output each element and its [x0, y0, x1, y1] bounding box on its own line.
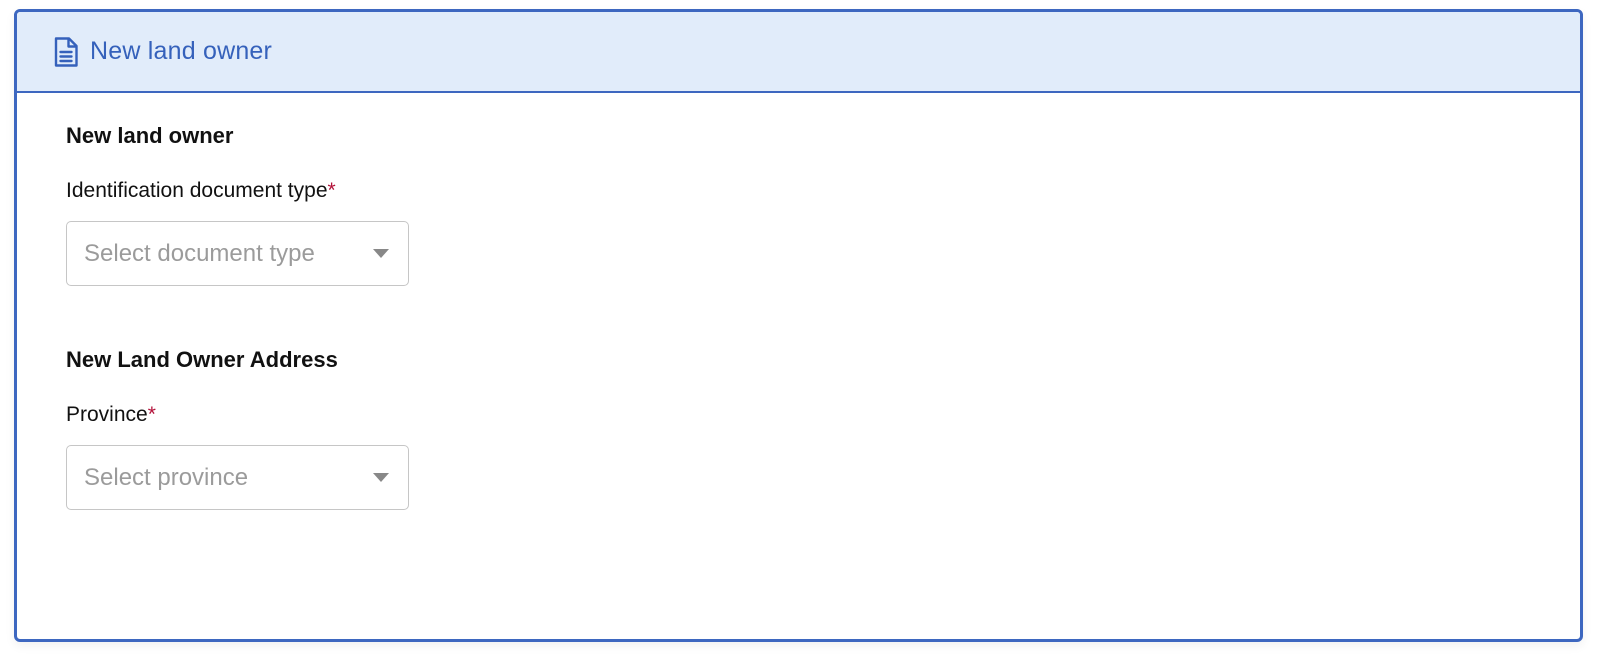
new-land-owner-card: New land owner New land owner Identifica…	[14, 9, 1583, 642]
document-type-select[interactable]: Select document type	[66, 221, 409, 286]
province-placeholder: Select province	[84, 463, 249, 491]
caret-down-icon	[373, 249, 389, 258]
province-select[interactable]: Select province	[66, 445, 409, 510]
required-marker: *	[147, 403, 156, 426]
province-label: Province*	[66, 403, 156, 427]
caret-down-icon	[373, 473, 389, 482]
address-section-title: New Land Owner Address	[66, 347, 338, 372]
document-type-label-text: Identification document type	[66, 179, 328, 202]
document-icon	[53, 36, 79, 68]
document-type-placeholder: Select document type	[84, 239, 315, 267]
province-label-text: Province	[66, 403, 148, 426]
required-marker: *	[327, 179, 336, 202]
owner-section-title: New land owner	[66, 123, 234, 148]
card-header-title: New land owner	[90, 37, 273, 65]
card-header: New land owner	[17, 12, 1580, 93]
document-type-label: Identification document type*	[66, 179, 336, 203]
